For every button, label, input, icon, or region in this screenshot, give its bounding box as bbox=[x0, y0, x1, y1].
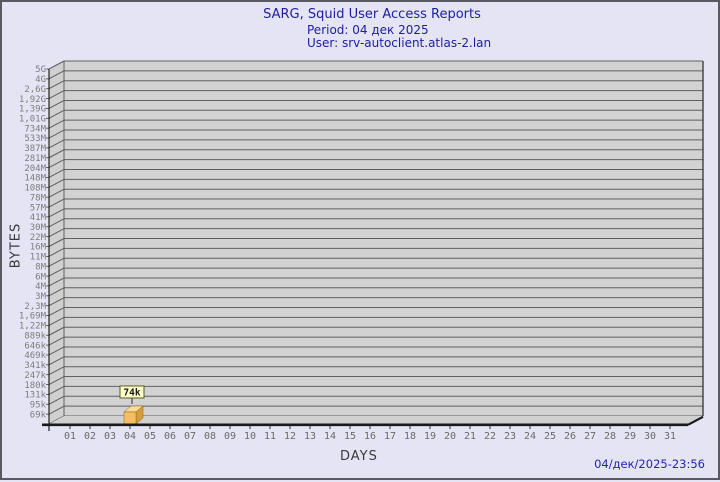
y-tick-label: 108M bbox=[24, 184, 46, 194]
y-tick-label: 5G bbox=[35, 65, 46, 75]
y-tick-label: 4G bbox=[35, 75, 46, 85]
generated-timestamp: 04/дек/2025-23:56 bbox=[594, 457, 705, 471]
x-tick-label: 15 bbox=[344, 431, 356, 442]
y-tick-label: 341k bbox=[24, 361, 46, 371]
x-tick-label: 30 bbox=[644, 431, 656, 442]
x-tick-label: 27 bbox=[584, 431, 596, 442]
x-tick-label: 28 bbox=[604, 431, 616, 442]
y-tick-label: 2,3M bbox=[24, 302, 46, 312]
y-tick-label: 30M bbox=[30, 223, 47, 233]
x-tick-label: 04 bbox=[124, 431, 136, 442]
y-tick-label: 387M bbox=[24, 144, 46, 154]
y-tick-label: 1,92G bbox=[19, 95, 46, 105]
y-tick-label: 22M bbox=[30, 233, 47, 243]
y-tick-label: 469k bbox=[24, 351, 46, 361]
y-tick-label: 247k bbox=[24, 371, 46, 381]
y-tick-label: 57M bbox=[30, 203, 47, 213]
x-tick-label: 10 bbox=[244, 431, 256, 442]
x-tick-label: 18 bbox=[404, 431, 416, 442]
y-tick-label: 41M bbox=[30, 213, 47, 223]
y-tick-label: 180k bbox=[24, 381, 46, 391]
y-tick-label: 6M bbox=[35, 272, 46, 282]
x-tick-label: 08 bbox=[204, 431, 216, 442]
y-tick-label: 16M bbox=[30, 243, 47, 253]
y-tick-label: 1,01G bbox=[19, 115, 46, 125]
x-tick-label: 24 bbox=[524, 431, 536, 442]
x-tick-label: 03 bbox=[104, 431, 116, 442]
x-tick-label: 22 bbox=[484, 431, 496, 442]
y-tick-label: 131k bbox=[24, 391, 46, 401]
x-tick-label: 31 bbox=[664, 431, 676, 442]
x-tick-label: 13 bbox=[304, 431, 316, 442]
x-tick-label: 05 bbox=[144, 431, 156, 442]
x-tick-label: 09 bbox=[224, 431, 236, 442]
x-tick-label: 11 bbox=[264, 431, 276, 442]
bar bbox=[123, 411, 137, 425]
y-tick-label: 78M bbox=[30, 193, 47, 203]
y-tick-label: 734M bbox=[24, 124, 46, 134]
y-tick-label: 889k bbox=[24, 331, 46, 341]
x-tick-label: 12 bbox=[284, 431, 296, 442]
x-tick-label: 07 bbox=[184, 431, 196, 442]
x-tick-label: 02 bbox=[84, 431, 96, 442]
y-axis-title: BYTES bbox=[8, 222, 24, 269]
y-tick-label: 204M bbox=[24, 164, 46, 174]
y-tick-label: 148M bbox=[24, 174, 46, 184]
x-tick-label: 25 bbox=[544, 431, 556, 442]
y-tick-label: 8M bbox=[35, 262, 46, 272]
y-tick-label: 3M bbox=[35, 292, 46, 302]
x-tick-label: 21 bbox=[464, 431, 476, 442]
bar-value-label: 74k bbox=[123, 387, 140, 398]
floor bbox=[49, 416, 703, 424]
y-tick-label: 4M bbox=[35, 282, 46, 292]
x-tick-label: 23 bbox=[504, 431, 516, 442]
y-tick-label: 281M bbox=[24, 154, 46, 164]
y-tick-label: 1,69M bbox=[19, 312, 47, 322]
x-tick-label: 29 bbox=[624, 431, 636, 442]
x-tick-label: 26 bbox=[564, 431, 576, 442]
x-tick-label: 20 bbox=[444, 431, 456, 442]
x-tick-label: 19 bbox=[424, 431, 436, 442]
x-tick-label: 16 bbox=[364, 431, 376, 442]
x-tick-label: 17 bbox=[384, 431, 396, 442]
y-tick-label: 11M bbox=[30, 253, 47, 263]
y-tick-label: 95k bbox=[30, 400, 47, 410]
x-axis-title: DAYS bbox=[340, 449, 378, 464]
sarg-report-page: { "header": { "title": "SARG, Squid User… bbox=[0, 0, 720, 480]
y-tick-label: 533M bbox=[24, 134, 46, 144]
x-tick-label: 14 bbox=[324, 431, 336, 442]
x-tick-label: 06 bbox=[164, 431, 176, 442]
x-tick-label: 01 bbox=[64, 431, 76, 442]
y-tick-label: 69k bbox=[30, 410, 47, 420]
y-tick-label: 2,6G bbox=[24, 85, 46, 95]
y-tick-label: 1,22M bbox=[19, 322, 47, 332]
bar-chart: 5G4G2,6G1,92G1,39G1,01G734M533M387M281M2… bbox=[19, 60, 704, 442]
y-tick-label: 1,39G bbox=[19, 105, 46, 115]
y-tick-label: 646k bbox=[24, 341, 46, 351]
